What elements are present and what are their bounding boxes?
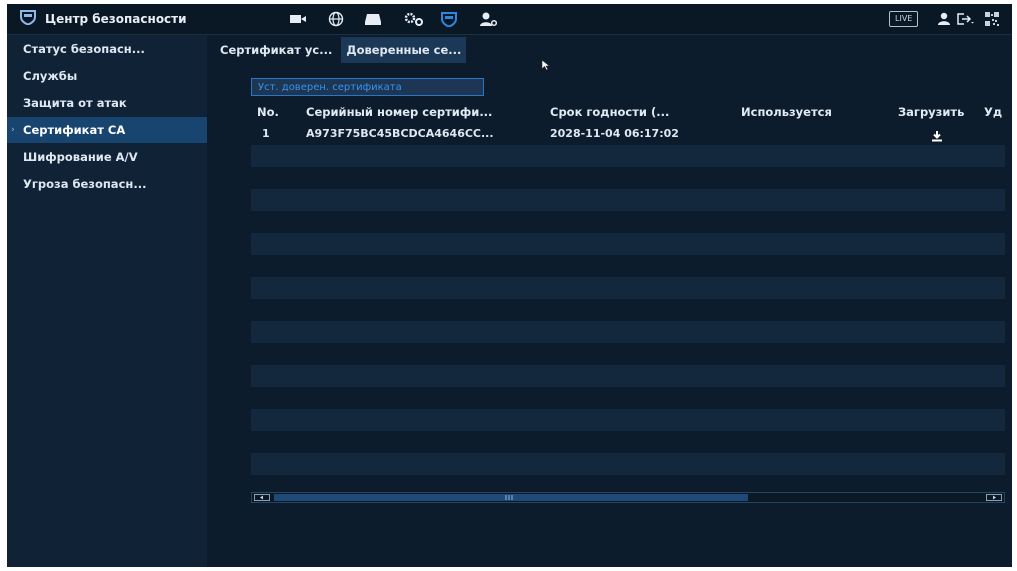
empty-row xyxy=(251,189,1005,211)
empty-row xyxy=(251,211,1005,233)
cell-no: 1 xyxy=(262,127,270,140)
cell-serial: A973F75BC45BCDCA4646CC... xyxy=(306,127,494,140)
main-content: Сертификат ус... Доверенные се... Уст. д… xyxy=(207,35,1012,567)
scroll-thumb[interactable] xyxy=(274,494,748,501)
table-header: No. Серийный номер сертифи... Срок годно… xyxy=(251,101,1005,123)
column-header-no[interactable]: No. xyxy=(257,101,279,123)
logout-icon[interactable] xyxy=(956,11,974,27)
settings-icon[interactable] xyxy=(404,11,424,27)
account-icon[interactable] xyxy=(479,11,497,27)
sidebar-item-ca-certificate[interactable]: › Сертификат CA xyxy=(7,117,207,143)
sidebar-item-label: Службы xyxy=(23,69,78,83)
install-trusted-certificate-button[interactable]: Уст. доверен. сертификата xyxy=(251,78,484,96)
shield-icon xyxy=(19,9,37,29)
empty-row xyxy=(251,299,1005,321)
empty-row xyxy=(251,431,1005,453)
scroll-right-button[interactable] xyxy=(986,494,1002,501)
brand: Центр безопасности xyxy=(19,4,187,34)
chevron-right-icon: › xyxy=(11,125,15,135)
certificate-table: No. Серийный номер сертифи... Срок годно… xyxy=(251,101,1005,505)
sidebar-item-label: Статус безопасн... xyxy=(23,42,145,56)
scroll-left-button[interactable] xyxy=(254,494,270,501)
top-bar: Центр безопасности LIVE xyxy=(7,4,1012,35)
empty-row xyxy=(251,453,1005,475)
empty-row xyxy=(251,277,1005,299)
security-shield-icon[interactable] xyxy=(440,11,458,27)
sidebar-item-attack-protection[interactable]: Защита от атак xyxy=(7,90,207,116)
sidebar-item-label: Угроза безопасн... xyxy=(23,177,147,191)
network-icon[interactable] xyxy=(328,11,344,27)
empty-row xyxy=(251,321,1005,343)
column-header-serial[interactable]: Серийный номер сертифи... xyxy=(306,101,492,123)
sidebar-item-security-threat[interactable]: Угроза безопасн... xyxy=(7,171,207,197)
empty-row xyxy=(251,145,1005,167)
empty-row xyxy=(251,409,1005,431)
table-row[interactable]: 1 A973F75BC45BCDCA4646CC... 2028-11-04 0… xyxy=(251,123,1005,145)
horizontal-scrollbar[interactable] xyxy=(251,492,1005,503)
column-header-delete[interactable]: Уд xyxy=(984,101,1002,123)
sidebar: Статус безопасн... Службы Защита от атак… xyxy=(7,35,207,567)
empty-row xyxy=(251,233,1005,255)
user-icon[interactable] xyxy=(937,11,951,27)
sidebar-item-label: Защита от атак xyxy=(23,96,127,110)
sidebar-item-services[interactable]: Службы xyxy=(7,63,207,89)
page-title: Центр безопасности xyxy=(45,12,187,26)
sidebar-item-label: Шифрование A/V xyxy=(23,150,138,164)
column-header-in-use[interactable]: Используется xyxy=(741,101,832,123)
empty-row xyxy=(251,343,1005,365)
cell-expiry: 2028-11-04 06:17:02 xyxy=(550,127,679,140)
app-window: Центр безопасности LIVE Статус безопасн.… xyxy=(7,4,1012,567)
tab-trusted-certificates[interactable]: Доверенные се... xyxy=(341,37,467,63)
sidebar-item-security-status[interactable]: Статус безопасн... xyxy=(7,36,207,62)
camera-icon[interactable] xyxy=(289,11,307,27)
mouse-cursor-icon xyxy=(541,56,551,75)
tab-device-certificate[interactable]: Сертификат ус... xyxy=(215,37,337,63)
empty-row xyxy=(251,255,1005,277)
sidebar-item-av-encryption[interactable]: Шифрование A/V xyxy=(7,144,207,170)
storage-icon[interactable] xyxy=(364,11,382,27)
tab-bar: Сертификат ус... Доверенные се... xyxy=(215,37,467,63)
column-header-download[interactable]: Загрузить xyxy=(898,101,964,123)
empty-row xyxy=(251,365,1005,387)
column-header-expiry[interactable]: Срок годности (... xyxy=(550,101,669,123)
sidebar-item-label: Сертификат CA xyxy=(23,123,126,137)
live-button[interactable]: LIVE xyxy=(889,11,919,27)
empty-row xyxy=(251,387,1005,409)
qr-code-icon[interactable] xyxy=(984,11,1000,27)
empty-row xyxy=(251,167,1005,189)
